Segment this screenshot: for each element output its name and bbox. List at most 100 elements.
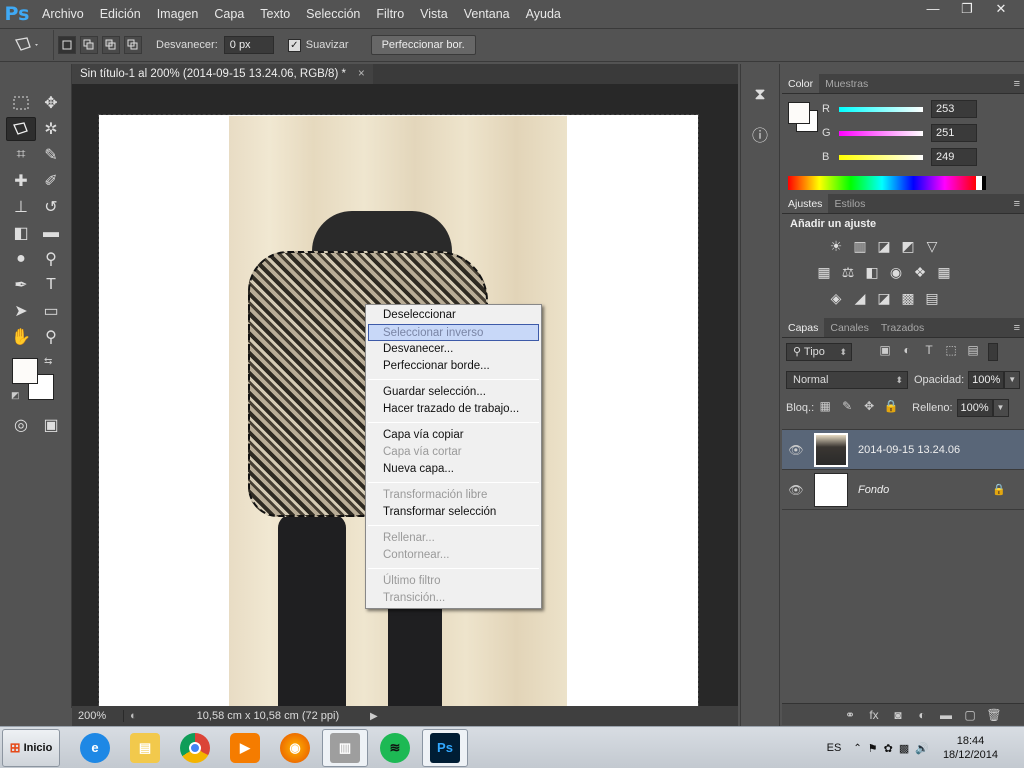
hand-tool-icon[interactable]: ✋: [6, 325, 36, 349]
healing-brush-icon[interactable]: ✚: [6, 169, 36, 193]
context-menu-item[interactable]: Perfeccionar borde...: [366, 358, 541, 375]
filter-toggle[interactable]: [988, 343, 998, 361]
tab-muestras[interactable]: Muestras: [819, 74, 874, 93]
pen-tool-icon[interactable]: ✒: [6, 273, 36, 297]
type-tool-icon[interactable]: T: [36, 273, 66, 297]
lock-pixels-icon[interactable]: ✎: [836, 399, 858, 417]
context-menu-item[interactable]: Desvanecer...: [366, 341, 541, 358]
context-menu-item[interactable]: Deseleccionar: [366, 307, 541, 324]
exposure-icon[interactable]: ◩: [896, 238, 920, 256]
document-tab[interactable]: Sin título-1 al 200% (2014-09-15 13.24.0…: [72, 64, 373, 84]
new-layer-icon[interactable]: ▢: [958, 708, 982, 722]
context-menu-item[interactable]: Nueva capa...: [366, 461, 541, 478]
add-mask-icon[interactable]: ◙: [886, 708, 910, 722]
tab-capas[interactable]: Capas: [782, 318, 825, 337]
delete-layer-icon[interactable]: 🗑: [982, 708, 1006, 722]
screen-mode-icon[interactable]: ▣: [36, 413, 66, 437]
magic-wand-icon[interactable]: ✲: [36, 117, 66, 141]
default-colors-icon[interactable]: ◩: [11, 390, 20, 401]
taskbar-media[interactable]: ▶: [222, 729, 268, 767]
r-slider[interactable]: [839, 106, 923, 112]
menu-filtro[interactable]: Filtro: [368, 0, 412, 28]
layer-filter-select[interactable]: ⚲ Tipo ⬍: [786, 343, 852, 361]
taskbar-app[interactable]: ▥: [322, 728, 368, 767]
restore-button[interactable]: ❐: [950, 0, 984, 18]
new-selection-mode-button[interactable]: [58, 36, 76, 54]
move-tool-icon[interactable]: ✥: [36, 91, 66, 115]
r-value-input[interactable]: 253: [931, 100, 977, 118]
zoom-level[interactable]: 200%: [72, 710, 124, 722]
tab-ajustes[interactable]: Ajustes: [782, 194, 829, 213]
foreground-color-swatch[interactable]: [12, 358, 38, 384]
panel-menu-icon[interactable]: ≡: [1014, 74, 1020, 93]
layer-style-icon[interactable]: fx: [862, 708, 886, 722]
marquee-tool-icon[interactable]: [6, 91, 36, 115]
eraser-tool-icon[interactable]: ◧: [6, 221, 36, 245]
path-selection-icon[interactable]: ➤: [6, 299, 36, 323]
eyedropper-icon[interactable]: ✎: [36, 143, 66, 167]
tray-expand-icon[interactable]: ⌃: [853, 743, 861, 754]
security-icon[interactable]: ✿: [884, 742, 893, 755]
lock-transparent-icon[interactable]: ▦: [814, 399, 836, 417]
posterize-icon[interactable]: ◢: [848, 290, 872, 308]
add-selection-mode-button[interactable]: [80, 36, 98, 54]
language-indicator[interactable]: ES: [827, 742, 842, 754]
menu-imagen[interactable]: Imagen: [149, 0, 207, 28]
curves-icon[interactable]: ◪: [872, 238, 896, 256]
black-white-icon[interactable]: ◧: [860, 264, 884, 282]
subtract-selection-mode-button[interactable]: [102, 36, 120, 54]
history-panel-icon[interactable]: ⧗: [745, 86, 775, 110]
threshold-icon[interactable]: ◪: [872, 290, 896, 308]
vibrance-icon[interactable]: ▽: [920, 238, 944, 256]
tab-trazados[interactable]: Trazados: [875, 318, 930, 337]
menu-edicion[interactable]: Edición: [92, 0, 149, 28]
color-panel-foreground[interactable]: [788, 102, 810, 124]
taskbar-chrome[interactable]: [172, 729, 218, 767]
levels-icon[interactable]: ▥: [848, 238, 872, 256]
tab-color[interactable]: Color: [782, 74, 820, 93]
filter-shape-icon[interactable]: ⬚: [940, 343, 962, 361]
quick-mask-icon[interactable]: ◎: [6, 413, 36, 437]
close-button[interactable]: ✕: [984, 0, 1018, 18]
lock-all-icon[interactable]: 🔒: [880, 399, 902, 417]
tab-estilos[interactable]: Estilos: [828, 194, 871, 213]
minimize-button[interactable]: —: [916, 0, 950, 18]
context-menu-item[interactable]: Seleccionar inverso: [368, 324, 539, 341]
menu-vista[interactable]: Vista: [412, 0, 456, 28]
brush-tool-icon[interactable]: ✐: [36, 169, 66, 193]
color-balance-icon[interactable]: ⚖: [836, 264, 860, 282]
selective-color-icon[interactable]: ▩: [896, 290, 920, 308]
volume-icon[interactable]: 🔊: [915, 742, 929, 755]
lasso-tool-icon[interactable]: [6, 117, 36, 141]
b-value-input[interactable]: 249: [931, 148, 977, 166]
layer-row[interactable]: 👁 Fondo 🔒: [782, 470, 1024, 510]
menu-ayuda[interactable]: Ayuda: [518, 0, 569, 28]
context-menu-item[interactable]: Capa vía copiar: [366, 427, 541, 444]
gradient-map-icon[interactable]: ▤: [920, 290, 944, 308]
visibility-eye-icon[interactable]: 👁: [782, 443, 810, 457]
intersect-selection-mode-button[interactable]: [124, 36, 142, 54]
clock[interactable]: 18:44 18/12/2014: [943, 734, 998, 762]
b-slider[interactable]: [839, 154, 923, 160]
gradient-tool-icon[interactable]: ▬: [36, 221, 66, 245]
layer-row[interactable]: 👁 2014-09-15 13.24.06: [782, 430, 1024, 470]
filter-type-icon[interactable]: T: [918, 343, 940, 361]
taskbar-photoshop[interactable]: Ps: [422, 728, 468, 767]
hue-saturation-icon[interactable]: ▦: [812, 264, 836, 282]
filter-adjustment-icon[interactable]: ◐: [896, 343, 918, 361]
context-menu-item[interactable]: Transformar selección: [366, 504, 541, 521]
filter-pixel-icon[interactable]: ▣: [874, 343, 896, 361]
blur-tool-icon[interactable]: ●: [6, 247, 36, 271]
photo-filter-icon[interactable]: ◉: [884, 264, 908, 282]
context-menu-item[interactable]: Hacer trazado de trabajo...: [366, 401, 541, 418]
menu-seleccion[interactable]: Selección: [298, 0, 368, 28]
channel-mixer-icon[interactable]: ❖: [908, 264, 932, 282]
fill-input[interactable]: 100%: [956, 399, 993, 417]
blend-mode-select[interactable]: Normal ⬍: [786, 371, 908, 389]
color-spectrum[interactable]: [788, 176, 986, 190]
link-layers-icon[interactable]: ⚭: [838, 708, 862, 722]
status-arrow-icon[interactable]: ▶: [370, 711, 378, 722]
menu-texto[interactable]: Texto: [252, 0, 298, 28]
context-menu-item[interactable]: Guardar selección...: [366, 384, 541, 401]
refine-edge-button[interactable]: Perfeccionar bor.: [370, 35, 476, 55]
